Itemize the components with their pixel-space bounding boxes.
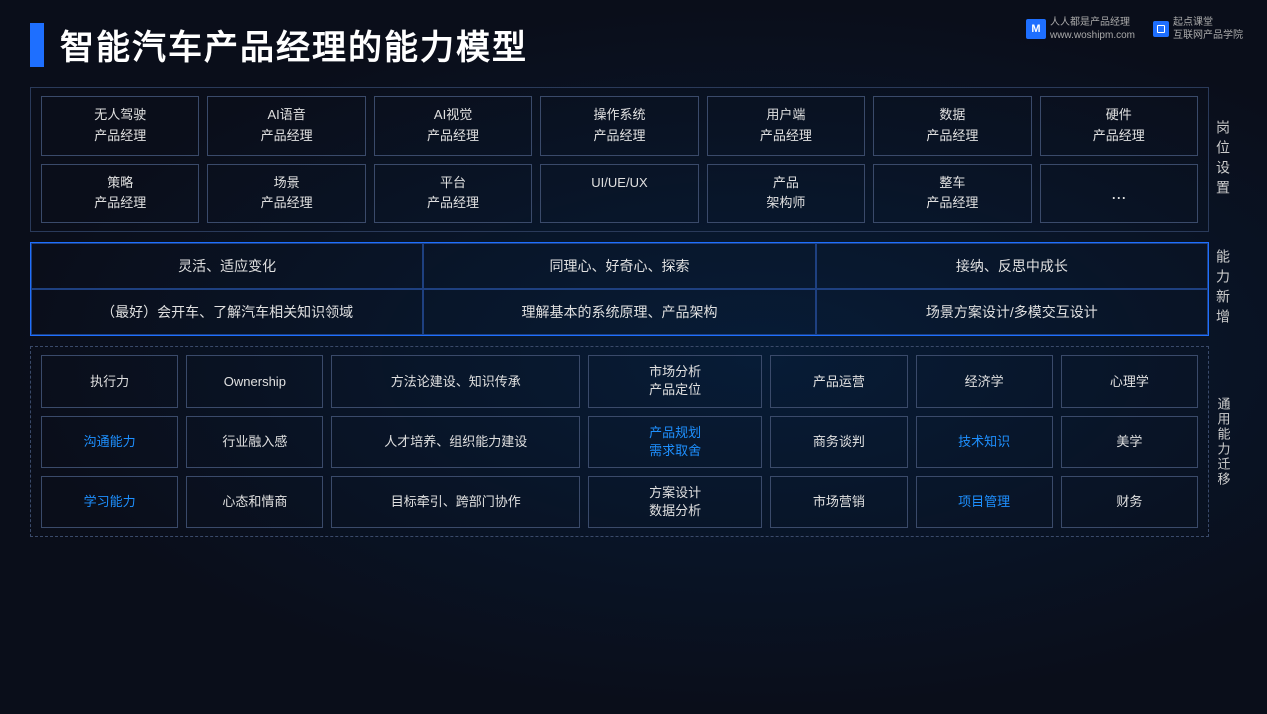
positions-section: 无人驾驶产品经理 AI语音产品经理 AI视觉产品经理 操作系统产品经理 用户端产… (30, 87, 1237, 232)
general-grid: 执行力 Ownership 方法论建设、知识传承 市场分析产品定位 产品运营 经… (41, 355, 1198, 528)
positions-row-2: 策略产品经理 场景产品经理 平台产品经理 UI/UE/UX 产品架构师 整车产品… (41, 164, 1198, 224)
qdkt-icon (1153, 21, 1169, 37)
gen-economics: 经济学 (916, 355, 1053, 407)
gen-execution: 执行力 (41, 355, 178, 407)
page-title: 智能汽车产品经理的能力模型 (60, 20, 528, 69)
pos-dots: ... (1040, 164, 1198, 224)
pos-ai-voice: AI语音产品经理 (207, 96, 365, 156)
logos-area: M 人人都是产品经理 www.woshipm.com 起点课堂 互联网产品学院 (1026, 16, 1243, 42)
abilities-grid: 灵活、适应变化 同理心、好奇心、探索 接纳、反思中成长 （最好）会开车、了解汽车… (30, 242, 1209, 336)
gen-marketing: 市场营销 (770, 476, 907, 528)
abilities-box: 灵活、适应变化 同理心、好奇心、探索 接纳、反思中成长 （最好）会开车、了解汽车… (30, 242, 1209, 336)
pos-os: 操作系统产品经理 (540, 96, 698, 156)
ability-drive: （最好）会开车、了解汽车相关知识领域 (31, 289, 423, 335)
label-positions: 岗位设置 (1209, 87, 1237, 232)
pos-car: 整车产品经理 (873, 164, 1031, 224)
gen-methodology: 方法论建设、知识传承 (331, 355, 579, 407)
gen-target: 目标牵引、跨部门协作 (331, 476, 579, 528)
ability-design: 场景方案设计/多模交互设计 (816, 289, 1208, 335)
page-container: M 人人都是产品经理 www.woshipm.com 起点课堂 互联网产品学院 … (0, 0, 1267, 714)
gen-psychology: 心理学 (1061, 355, 1198, 407)
pos-ai-vision: AI视觉产品经理 (374, 96, 532, 156)
pos-arch: 产品架构师 (707, 164, 865, 224)
abilities-section: 灵活、适应变化 同理心、好奇心、探索 接纳、反思中成长 （最好）会开车、了解汽车… (30, 242, 1237, 336)
content-col: 无人驾驶产品经理 AI语音产品经理 AI视觉产品经理 操作系统产品经理 用户端产… (30, 87, 1237, 537)
positions-grid: 无人驾驶产品经理 AI语音产品经理 AI视觉产品经理 操作系统产品经理 用户端产… (41, 96, 1198, 223)
gen-talent: 人才培养、组织能力建设 (331, 416, 579, 468)
main-content: 无人驾驶产品经理 AI语音产品经理 AI视觉产品经理 操作系统产品经理 用户端产… (30, 87, 1237, 537)
pos-ui: UI/UE/UX (540, 164, 698, 224)
general-row-1: 执行力 Ownership 方法论建设、知识传承 市场分析产品定位 产品运营 经… (41, 355, 1198, 407)
header-accent (30, 23, 44, 67)
pos-data: 数据产品经理 (873, 96, 1031, 156)
qdkt-text: 起点课堂 互联网产品学院 (1173, 16, 1243, 42)
pos-wuren: 无人驾驶产品经理 (41, 96, 199, 156)
gen-market-analysis: 市场分析产品定位 (588, 355, 762, 407)
pos-strategy: 策略产品经理 (41, 164, 199, 224)
label-general: 通用能力迁移 (1209, 346, 1237, 537)
pos-platform: 平台产品经理 (374, 164, 532, 224)
pos-scene: 场景产品经理 (207, 164, 365, 224)
ability-empathy: 同理心、好奇心、探索 (423, 243, 815, 289)
gen-ownership: Ownership (186, 355, 323, 407)
ability-flexible: 灵活、适应变化 (31, 243, 423, 289)
general-row-3: 学习能力 心态和情商 目标牵引、跨部门协作 方案设计数据分析 市场营销 项目管理… (41, 476, 1198, 528)
ability-system: 理解基本的系统原理、产品架构 (423, 289, 815, 335)
positions-box: 无人驾驶产品经理 AI语音产品经理 AI视觉产品经理 操作系统产品经理 用户端产… (30, 87, 1209, 232)
gen-product-ops: 产品运营 (770, 355, 907, 407)
gen-business: 商务谈判 (770, 416, 907, 468)
wpm-icon: M (1026, 19, 1046, 39)
gen-finance: 财务 (1061, 476, 1198, 528)
gen-solution: 方案设计数据分析 (588, 476, 762, 528)
gen-aesthetics: 美学 (1061, 416, 1198, 468)
pos-hardware: 硬件产品经理 (1040, 96, 1198, 156)
positions-row-1: 无人驾驶产品经理 AI语音产品经理 AI视觉产品经理 操作系统产品经理 用户端产… (41, 96, 1198, 156)
general-box: 执行力 Ownership 方法论建设、知识传承 市场分析产品定位 产品运营 经… (30, 346, 1209, 537)
gen-industry: 行业融入感 (186, 416, 323, 468)
gen-mindset: 心态和情商 (186, 476, 323, 528)
label-abilities: 能力新增 (1209, 242, 1237, 336)
wpm-text: 人人都是产品经理 www.woshipm.com (1050, 16, 1135, 42)
pos-user: 用户端产品经理 (707, 96, 865, 156)
general-section: 执行力 Ownership 方法论建设、知识传承 市场分析产品定位 产品运营 经… (30, 346, 1237, 537)
gen-product-planning: 产品规划需求取舍 (588, 416, 762, 468)
gen-project: 项目管理 (916, 476, 1053, 528)
ability-accept: 接纳、反思中成长 (816, 243, 1208, 289)
gen-communication: 沟通能力 (41, 416, 178, 468)
general-row-2: 沟通能力 行业融入感 人才培养、组织能力建设 产品规划需求取舍 商务谈判 技术知… (41, 416, 1198, 468)
gen-tech: 技术知识 (916, 416, 1053, 468)
gen-learning: 学习能力 (41, 476, 178, 528)
